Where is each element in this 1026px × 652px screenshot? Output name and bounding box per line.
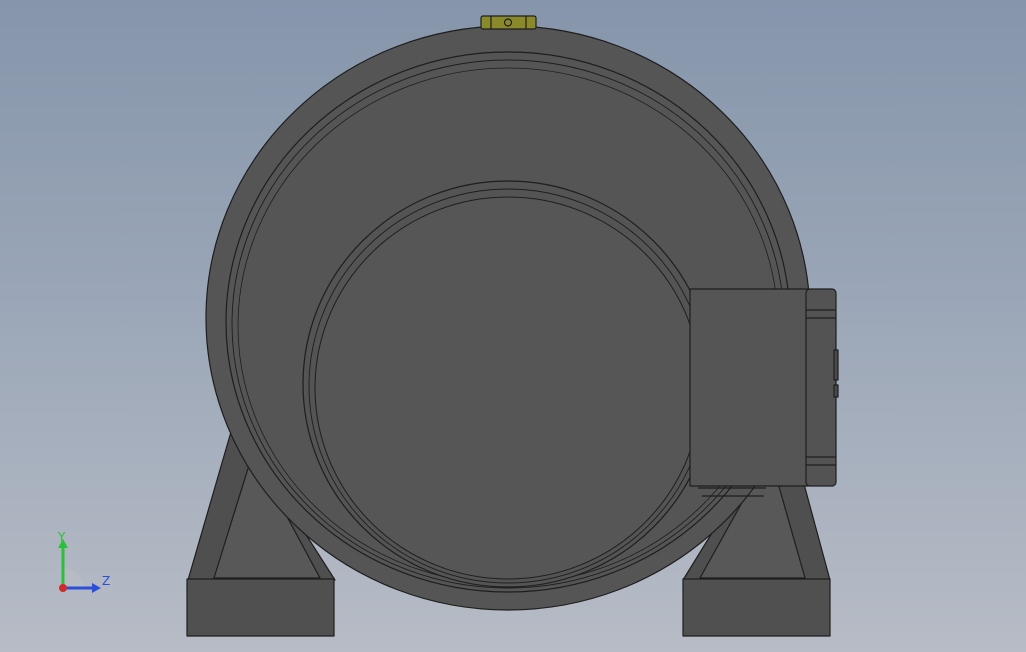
z-axis-label: Z bbox=[102, 574, 111, 588]
cad-graphics-viewport[interactable]: Y Z bbox=[0, 0, 1026, 652]
terminal-box bbox=[689, 288, 839, 497]
top-fitting bbox=[480, 15, 537, 30]
y-axis-label: Y bbox=[58, 530, 66, 544]
motor-model-front-view[interactable] bbox=[0, 0, 1026, 652]
x-axis-dot bbox=[59, 584, 67, 592]
end-plate-face bbox=[314, 196, 702, 580]
